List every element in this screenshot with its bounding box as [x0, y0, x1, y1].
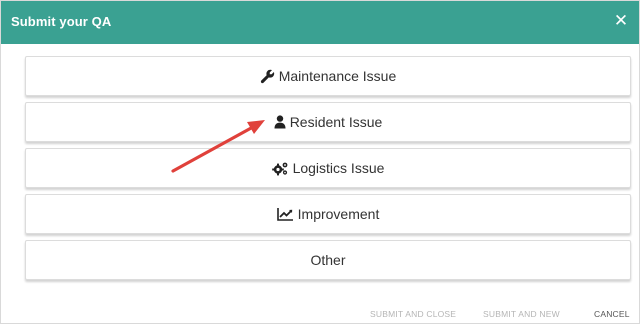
line-chart-icon: [276, 206, 294, 222]
qa-dialog: Submit your QA ✕ Maintenance Issue Resid…: [0, 0, 640, 324]
option-label: Resident Issue: [289, 114, 383, 130]
option-logistics-issue[interactable]: Logistics Issue: [25, 148, 631, 188]
option-label: Maintenance Issue: [278, 68, 397, 84]
option-other[interactable]: Other: [25, 240, 631, 280]
option-improvement[interactable]: Improvement: [25, 194, 631, 234]
gears-icon: [271, 160, 289, 176]
issue-type-list: Maintenance Issue Resident Issue Logisti…: [25, 56, 631, 286]
user-icon: [274, 114, 286, 130]
option-label: Logistics Issue: [292, 160, 385, 176]
option-label: Improvement: [297, 206, 380, 222]
wrench-icon: [260, 68, 275, 84]
option-resident-issue[interactable]: Resident Issue: [25, 102, 631, 142]
submit-and-new-button[interactable]: SUBMIT AND NEW: [483, 309, 560, 319]
submit-and-close-button[interactable]: SUBMIT AND CLOSE: [370, 309, 456, 319]
option-label: Other: [310, 252, 346, 268]
dialog-title: Submit your QA: [11, 14, 112, 29]
close-button[interactable]: ✕: [613, 12, 629, 30]
dialog-footer: SUBMIT AND CLOSE SUBMIT AND NEW CANCEL: [1, 301, 639, 323]
dialog-header: Submit your QA ✕: [1, 1, 639, 44]
option-maintenance-issue[interactable]: Maintenance Issue: [25, 56, 631, 96]
cancel-button[interactable]: CANCEL: [594, 309, 630, 319]
